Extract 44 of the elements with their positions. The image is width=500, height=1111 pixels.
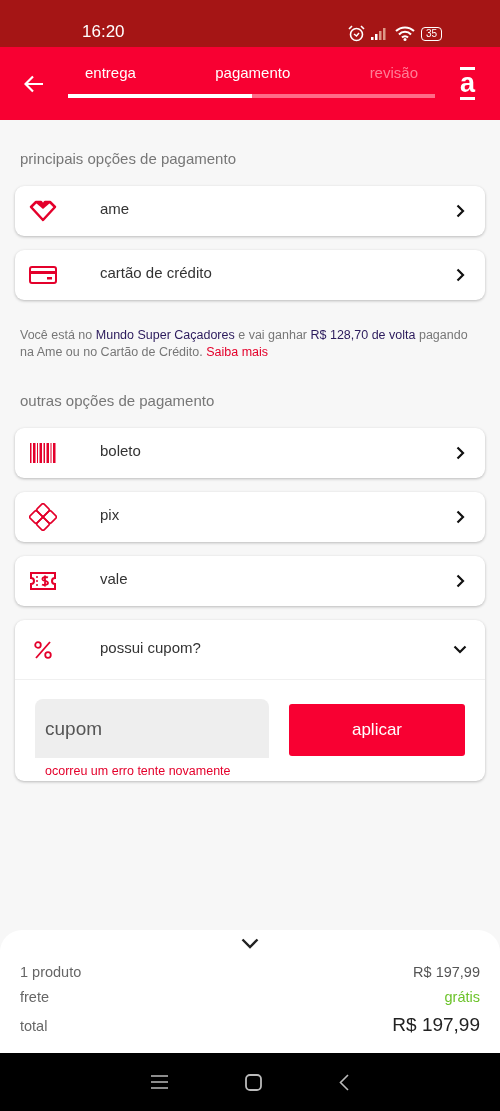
alarm-icon	[347, 25, 365, 42]
coupon-input[interactable]: cupom	[35, 699, 269, 758]
credit-card-icon	[29, 266, 57, 284]
heart-icon	[29, 200, 57, 222]
error-message: ocorreu um erro tente novamente	[45, 764, 232, 778]
payment-option[interactable]: vale	[15, 556, 485, 606]
ticket-icon	[29, 572, 57, 590]
summary-label: 1 produto	[20, 964, 82, 980]
chevron-down-icon[interactable]	[241, 938, 259, 949]
percent-icon	[33, 639, 53, 660]
apply-button[interactable]: aplicar	[289, 704, 465, 756]
signal-icon	[370, 27, 389, 40]
summary-label: frete	[20, 989, 49, 1005]
chevron-right-icon	[455, 446, 465, 460]
barcode-icon	[29, 443, 57, 463]
home-icon[interactable]	[245, 1073, 262, 1091]
payment-option[interactable]: ame	[15, 186, 485, 236]
back-icon[interactable]	[339, 1073, 350, 1091]
payment-option[interactable]: pix	[15, 492, 485, 542]
wifi-icon	[394, 26, 415, 41]
step-tab[interactable]: pagamento	[215, 63, 291, 81]
section-title: principais opções de pagamento	[20, 150, 237, 168]
payment-option[interactable]: cartão de crédito	[15, 250, 485, 300]
chevron-down-icon	[453, 645, 467, 654]
cashback-note: Você está no Mundo Super Caçadores e vai ganhar R$ 128,70 de volta pagando na Ame ou no Cartão de Crédito. Saiba mais	[20, 327, 469, 360]
chevron-right-icon	[455, 574, 465, 588]
menu-icon[interactable]	[150, 1075, 168, 1089]
summary-value: grátis	[444, 989, 480, 1005]
back-arrow-icon[interactable]	[24, 74, 44, 93]
coupon-toggle[interactable]: possui cupom?	[15, 620, 485, 680]
payment-option[interactable]: boleto	[15, 428, 485, 478]
section-title: outras opções de pagamento	[20, 392, 216, 410]
chevron-right-icon	[455, 268, 465, 282]
chevron-right-icon	[455, 204, 465, 218]
summary-value: R$ 197,99	[392, 1014, 480, 1036]
logo: a	[460, 67, 475, 100]
learn-more-link[interactable]: Saiba mais	[206, 344, 269, 359]
diamond-icon	[29, 503, 57, 531]
step-tab[interactable]: entrega	[85, 63, 136, 81]
summary-label: total	[20, 1018, 48, 1034]
summary-value: R$ 197,99	[413, 964, 480, 980]
chevron-right-icon	[455, 510, 465, 524]
clock-time: 16:20	[82, 22, 126, 42]
battery-level: 35	[420, 26, 442, 41]
